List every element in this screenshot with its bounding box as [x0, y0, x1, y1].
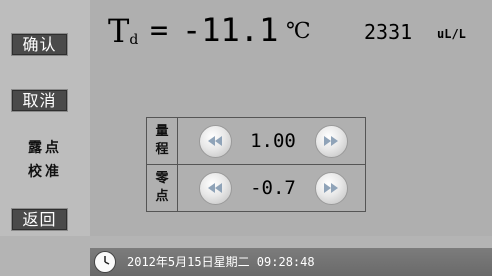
dewpoint-symbol-subscript: d	[129, 32, 139, 48]
zero-label-line1: 零	[155, 171, 169, 186]
dewpoint-value: -11.1	[182, 11, 279, 49]
clock-icon	[94, 251, 116, 273]
concentration-unit: uL/L	[437, 27, 466, 41]
confirm-button[interactable]: 确认	[11, 33, 68, 56]
range-label-line1: 量	[155, 124, 169, 139]
mode-label-line2: 校准	[28, 164, 62, 180]
calibration-panel: 量 程 1.00 零 点 -0.7	[146, 117, 366, 212]
datetime-text: 2012年5月15日星期二 09:28:48	[127, 255, 315, 269]
equals-sign: =	[150, 13, 169, 48]
range-value: 1.00	[250, 130, 296, 152]
zero-row: 零 点 -0.7	[147, 165, 365, 211]
mode-label-line1: 露点	[28, 140, 62, 156]
dewpoint-symbol: Td	[108, 12, 138, 57]
zero-label-line2: 点	[155, 189, 169, 204]
status-bar: 2012年5月15日星期二 09:28:48	[90, 248, 492, 276]
fast-forward-icon	[324, 183, 338, 193]
zero-decrease-button[interactable]	[199, 172, 232, 205]
zero-label: 零 点	[147, 165, 178, 211]
back-button[interactable]: 返回	[11, 208, 68, 231]
rewind-icon	[208, 136, 222, 146]
range-row: 量 程 1.00	[147, 118, 365, 165]
fast-forward-icon	[324, 136, 338, 146]
range-decrease-button[interactable]	[199, 125, 232, 158]
range-increase-button[interactable]	[315, 125, 348, 158]
concentration-value: 2331	[364, 20, 413, 44]
zero-value: -0.7	[250, 177, 296, 199]
range-label: 量 程	[147, 118, 178, 164]
sidebar: 确认 取消 露点 校准 返回	[0, 0, 90, 236]
dewpoint-unit: ℃	[286, 19, 311, 44]
dewpoint-symbol-letter: T	[108, 12, 130, 50]
rewind-icon	[208, 183, 222, 193]
cancel-button[interactable]: 取消	[11, 89, 68, 112]
range-label-line2: 程	[155, 142, 169, 157]
zero-increase-button[interactable]	[315, 172, 348, 205]
